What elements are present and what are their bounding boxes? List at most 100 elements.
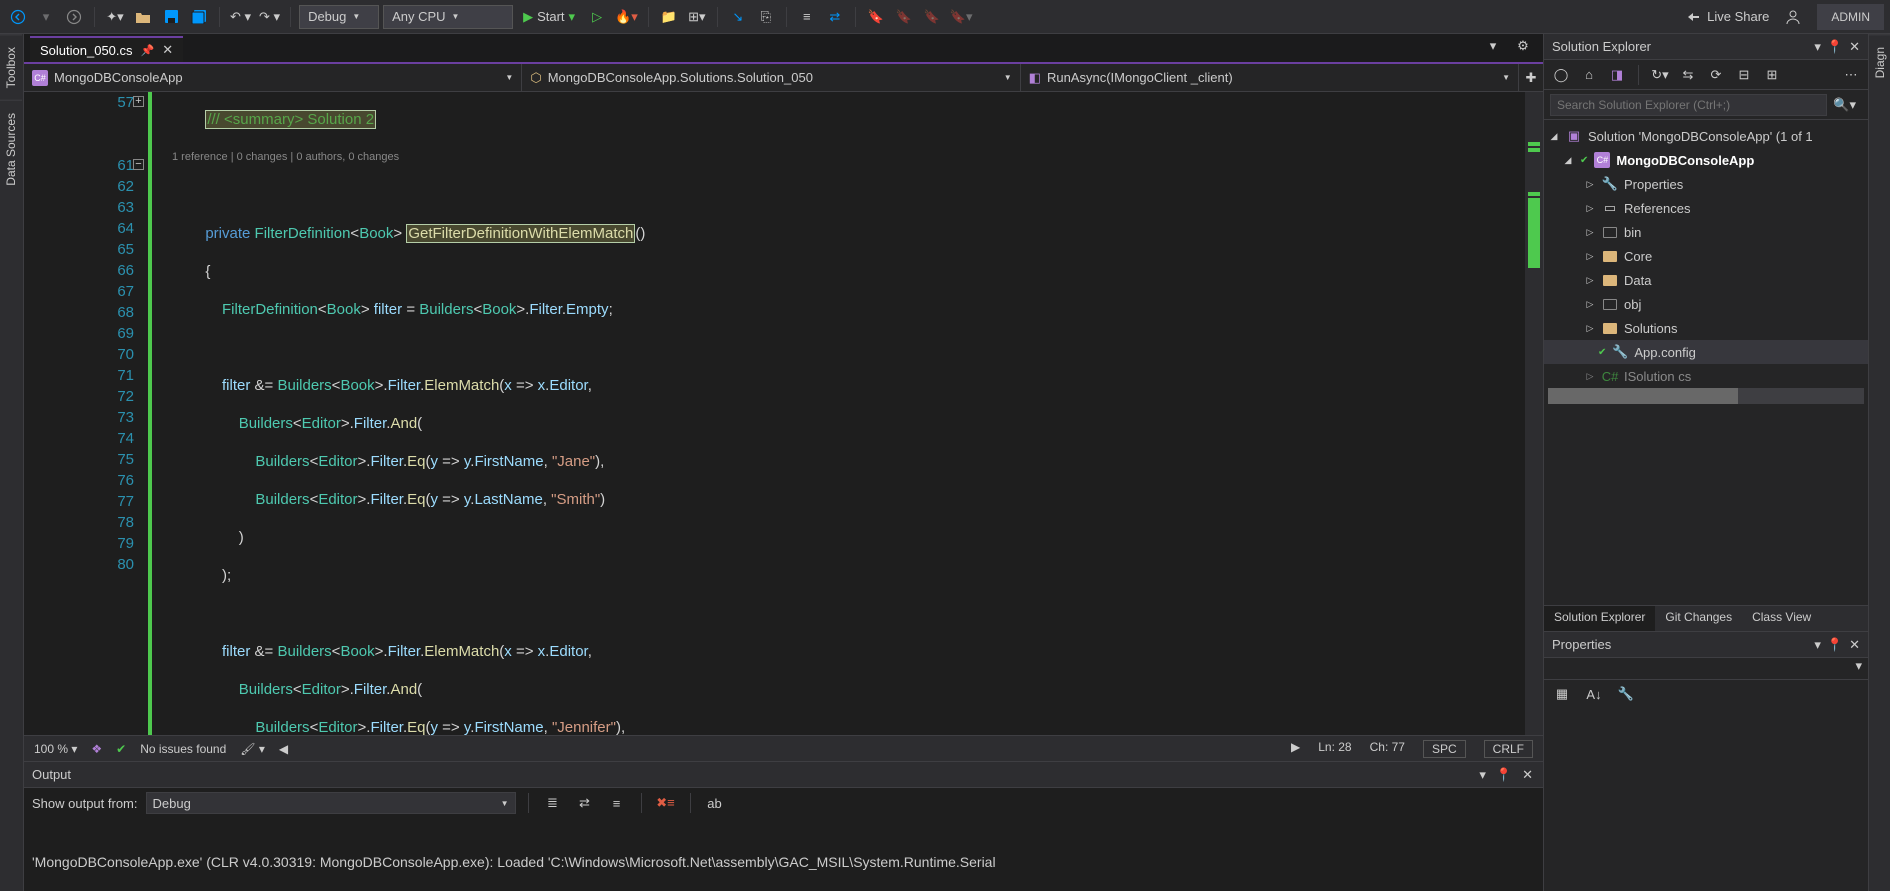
start-nodebug-button[interactable]: ▷ xyxy=(585,5,609,29)
platform-select[interactable]: Any CPU▼ xyxy=(383,5,513,29)
window-button[interactable]: ⊞▾ xyxy=(685,5,709,29)
fold-plus-icon[interactable]: + xyxy=(133,96,144,107)
sln-core[interactable]: ▷Core xyxy=(1544,244,1868,268)
start-button[interactable]: ▶Start ▾ xyxy=(517,5,581,29)
sln-sync-icon[interactable]: ⇆ xyxy=(1677,64,1699,86)
sln-appconfig[interactable]: ✔🔧App.config xyxy=(1544,340,1868,364)
sln-solutions[interactable]: ▷Solutions xyxy=(1544,316,1868,340)
nav-back-button[interactable] xyxy=(6,5,30,29)
redo-button[interactable]: ↷ ▾ xyxy=(257,5,282,29)
sln-root[interactable]: ◢▣Solution 'MongoDBConsoleApp' (1 of 1 xyxy=(1544,124,1868,148)
bookmark-icon[interactable]: 🔖 xyxy=(864,5,888,29)
sln-pin-icon[interactable]: 📍 xyxy=(1827,39,1843,55)
sln-properties[interactable]: ▷🔧Properties xyxy=(1544,172,1868,196)
project-nav-select[interactable]: C#MongoDBConsoleApp▼ xyxy=(24,64,522,91)
diag-tab[interactable]: Diagn xyxy=(1869,34,1890,90)
sln-more-icon[interactable]: ⋯ xyxy=(1840,64,1862,86)
sln-references[interactable]: ▷▭References xyxy=(1544,196,1868,220)
solution-tree[interactable]: ◢▣Solution 'MongoDBConsoleApp' (1 of 1 ◢… xyxy=(1544,120,1868,605)
out-btn2[interactable]: ⇄ xyxy=(573,791,597,815)
fold-minus-icon[interactable]: − xyxy=(133,159,144,170)
bookmark4-icon[interactable]: 🔖▾ xyxy=(948,5,975,29)
save-all-button[interactable] xyxy=(187,5,211,29)
document-tab[interactable]: Solution_050.cs 📌 ✕ xyxy=(30,36,183,62)
out-btn1[interactable]: ≣ xyxy=(541,791,565,815)
out-wrap-icon[interactable]: ab xyxy=(703,791,727,815)
tabs-gear-icon[interactable]: ⚙ xyxy=(1511,34,1535,58)
props-pin-icon[interactable]: 📍 xyxy=(1827,637,1843,653)
health-icon[interactable]: ❖ xyxy=(91,742,102,756)
tab-git-changes[interactable]: Git Changes xyxy=(1655,606,1742,631)
tree-hscroll[interactable] xyxy=(1548,388,1864,404)
bookmark2-icon[interactable]: 🔖 xyxy=(892,5,916,29)
sln-showall-icon[interactable]: ⊞ xyxy=(1761,64,1783,86)
tabs-dropdown-icon[interactable]: ▾ xyxy=(1481,34,1505,58)
close-tab-icon[interactable]: ✕ xyxy=(162,42,173,58)
output-dropdown-icon[interactable]: ▾ xyxy=(1477,765,1488,785)
sln-collapse-icon[interactable]: ⊟ xyxy=(1733,64,1755,86)
step-into-icon[interactable]: ↘ xyxy=(726,5,750,29)
sln-search-input[interactable] xyxy=(1550,94,1827,116)
codelens[interactable]: 1 reference | 0 changes | 0 authors, 0 c… xyxy=(172,147,1525,168)
sln-data[interactable]: ▷Data xyxy=(1544,268,1868,292)
sln-home-icon[interactable]: ⌂ xyxy=(1578,64,1600,86)
props-close-icon[interactable]: ✕ xyxy=(1849,637,1860,653)
tab-class-view[interactable]: Class View xyxy=(1742,606,1821,631)
class-nav-select[interactable]: ⬡MongoDBConsoleApp.Solutions.Solution_05… xyxy=(522,64,1020,91)
sln-refresh-icon[interactable]: ⟳ xyxy=(1705,64,1727,86)
main-toolbar: ▾ ✦▾ ↶ ▾ ↷ ▾ Debug▼ Any CPU▼ ▶Start ▾ ▷ … xyxy=(0,0,1890,34)
liveshare-button[interactable]: Live Share xyxy=(1677,9,1777,25)
toolbox-tab[interactable]: Toolbox xyxy=(0,34,22,100)
indent-icon[interactable]: ⇄ xyxy=(823,5,847,29)
outdent-icon[interactable]: ≡ xyxy=(795,5,819,29)
undo-button[interactable]: ↶ ▾ xyxy=(228,5,253,29)
sln-back-icon[interactable]: ◯ xyxy=(1550,64,1572,86)
sln-close-icon[interactable]: ✕ xyxy=(1849,39,1860,55)
sln-isolution[interactable]: ▷C#ISolution cs xyxy=(1544,364,1868,388)
brush-icon[interactable]: 🖌 ▾ xyxy=(240,742,265,756)
zoom-select[interactable]: 100 % ▾ xyxy=(34,742,77,756)
sln-bin[interactable]: ▷bin xyxy=(1544,220,1868,244)
open-file-button[interactable] xyxy=(131,5,155,29)
output-source-select[interactable]: Debug▼ xyxy=(146,792,516,814)
pin-icon[interactable]: 📌 xyxy=(141,44,155,57)
config-select[interactable]: Debug▼ xyxy=(299,5,379,29)
code-editor[interactable]: 57 61 62 63 64 65 66 67 68 69 70 71 72 7… xyxy=(24,92,1543,735)
nav-fwd-button[interactable]: ▾ xyxy=(34,5,58,29)
hot-reload-button[interactable]: 🔥▾ xyxy=(613,5,640,29)
account-icon[interactable] xyxy=(1781,5,1805,29)
spc-label[interactable]: SPC xyxy=(1423,740,1466,758)
split-icon[interactable]: ✚ xyxy=(1519,66,1543,90)
sln-dropdown-icon[interactable]: ▾ xyxy=(1814,39,1821,55)
folder-icon xyxy=(1603,275,1617,286)
admin-badge[interactable]: ADMIN xyxy=(1817,4,1884,30)
sln-project[interactable]: ◢✔C#MongoDBConsoleApp xyxy=(1544,148,1868,172)
new-item-button[interactable]: ✦▾ xyxy=(103,5,127,29)
crlf-label[interactable]: CRLF xyxy=(1484,740,1533,758)
browse-button[interactable]: 📁 xyxy=(657,5,681,29)
step-over-icon[interactable]: ⎘ xyxy=(754,5,778,29)
code-body[interactable]: /// <summary> Solution 2 1 reference | 0… xyxy=(164,92,1525,735)
search-icon[interactable]: 🔍▾ xyxy=(1827,97,1862,113)
nav-fwd2-button[interactable] xyxy=(62,5,86,29)
datasources-tab[interactable]: Data Sources xyxy=(0,100,22,198)
bookmark3-icon[interactable]: 🔖 xyxy=(920,5,944,29)
save-button[interactable] xyxy=(159,5,183,29)
method-nav-select[interactable]: ◧RunAsync(IMongoClient _client)▼ xyxy=(1021,64,1519,91)
props-dropdown-icon[interactable]: ▾ xyxy=(1814,637,1821,653)
editor-scrollbar[interactable] xyxy=(1525,92,1543,735)
output-body[interactable]: 'MongoDBConsoleApp.exe' (CLR v4.0.30319:… xyxy=(24,818,1543,891)
props-wrench-icon[interactable]: 🔧 xyxy=(1614,682,1638,706)
tab-sln-explorer[interactable]: Solution Explorer xyxy=(1544,606,1655,631)
sln-history-icon[interactable]: ↻▾ xyxy=(1649,64,1671,86)
props-cat-icon[interactable]: ▦ xyxy=(1550,682,1574,706)
sln-switch-icon[interactable]: ◨ xyxy=(1606,64,1628,86)
props-sort-icon[interactable]: A↓ xyxy=(1582,682,1606,706)
output-close-icon[interactable]: ✕ xyxy=(1520,765,1535,785)
sln-obj[interactable]: ▷obj xyxy=(1544,292,1868,316)
out-clear-icon[interactable]: ✖≡ xyxy=(654,791,678,815)
props-obj-dropdown[interactable]: ▾ xyxy=(1855,658,1862,679)
issues-label[interactable]: No issues found xyxy=(140,742,226,756)
out-btn3[interactable]: ≡ xyxy=(605,791,629,815)
output-pin-icon[interactable]: 📍 xyxy=(1494,765,1514,785)
